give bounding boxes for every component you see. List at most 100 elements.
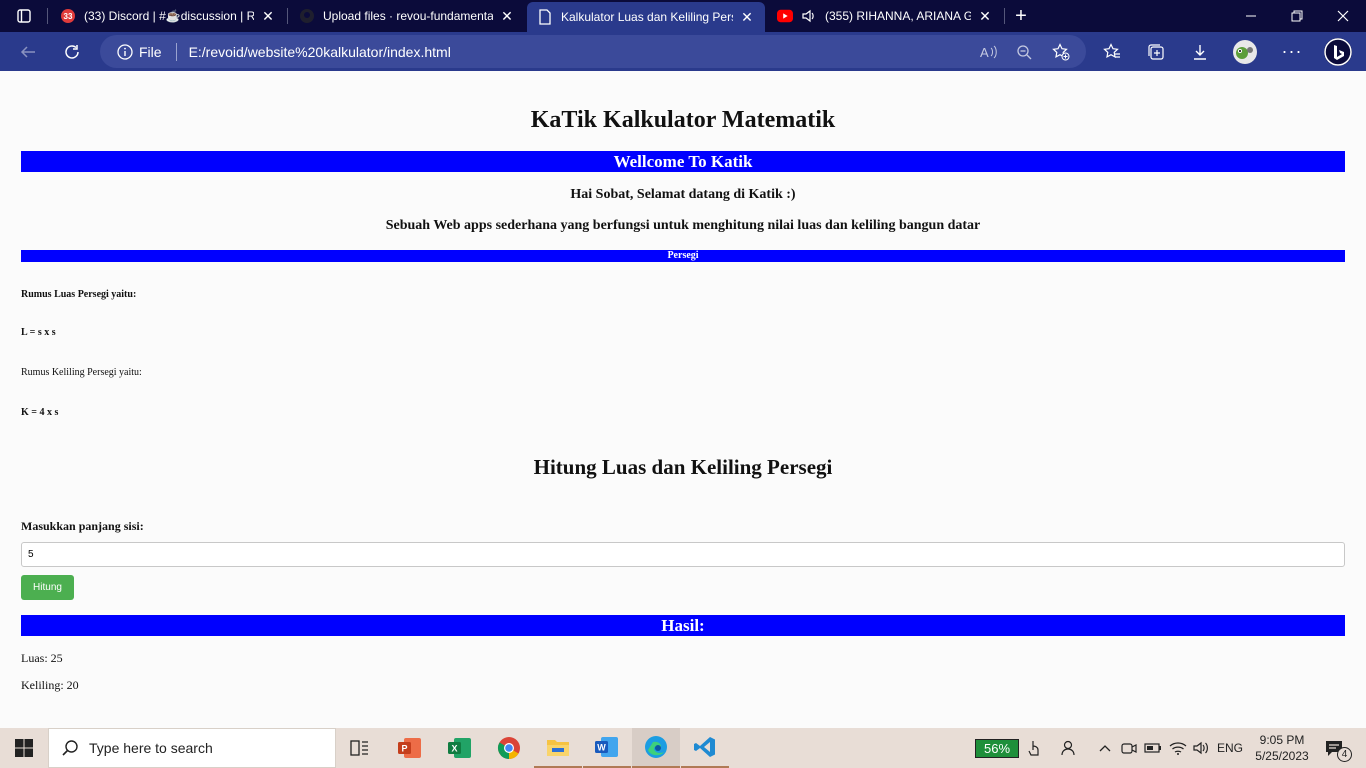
- refresh-button[interactable]: [54, 32, 90, 71]
- more-icon: ···: [1281, 41, 1303, 61]
- welcome-banner: Wellcome To Katik: [21, 151, 1345, 172]
- collections-button[interactable]: [1138, 32, 1174, 71]
- tab-separator: [287, 8, 288, 24]
- back-button[interactable]: [10, 32, 46, 71]
- input-language[interactable]: ENG: [1214, 728, 1246, 768]
- minimize-button[interactable]: [1228, 0, 1274, 32]
- battery-icon[interactable]: [1142, 728, 1164, 768]
- close-tab-icon[interactable]: ✕: [260, 8, 276, 25]
- info-icon[interactable]: [117, 43, 133, 60]
- collections-icon: [1148, 43, 1164, 60]
- task-view-button[interactable]: [336, 728, 384, 768]
- file-explorer-app[interactable]: [534, 728, 582, 768]
- close-tab-icon[interactable]: ✕: [499, 8, 515, 25]
- close-icon: [1337, 10, 1349, 22]
- rumus-keliling-label: Rumus Keliling Persegi yaitu:: [21, 367, 142, 378]
- refresh-icon: [65, 44, 79, 59]
- new-tab-button[interactable]: +: [1004, 0, 1038, 32]
- address-bar[interactable]: File E:/revoid/website%20kalkulator/inde…: [100, 35, 1086, 68]
- powerpoint-icon: P: [398, 738, 421, 758]
- edge-icon: [645, 736, 667, 758]
- tab-title: Kalkulator Luas dan Keliling Perse: [561, 10, 733, 24]
- volume-icon[interactable]: [1190, 728, 1212, 768]
- rumus-keliling-formula: K = 4 x s: [21, 407, 59, 418]
- back-arrow-icon: [20, 45, 35, 58]
- close-tab-icon[interactable]: ✕: [739, 9, 755, 26]
- clock-time: 9:05 PM: [1259, 733, 1305, 747]
- restore-icon: [1291, 10, 1303, 22]
- battery-percent: 56%: [974, 738, 1020, 758]
- tab-discord[interactable]: 33 (33) Discord | #☕discussion | Re ✕: [50, 0, 286, 32]
- discord-icon: 33: [60, 8, 76, 24]
- github-icon: [299, 8, 315, 24]
- vscode-app[interactable]: [681, 728, 729, 768]
- svg-text:A: A: [980, 45, 989, 60]
- excel-app[interactable]: X: [436, 728, 484, 768]
- tab-title: (355) RIHANNA, ARIANA GR: [825, 9, 971, 23]
- address-divider: [175, 42, 177, 61]
- minimize-icon: [1246, 15, 1256, 17]
- notification-icon: 4: [1324, 739, 1352, 762]
- profile-button[interactable]: [1227, 32, 1263, 71]
- svg-text:X: X: [451, 744, 457, 754]
- favorites-icon: [1103, 42, 1120, 58]
- restore-button[interactable]: [1274, 0, 1320, 32]
- tab-title: (33) Discord | #☕discussion | Re: [84, 9, 254, 23]
- notification-count: 4: [1337, 747, 1352, 762]
- battery-indicator[interactable]: 56%: [972, 728, 1022, 768]
- show-hidden-icons-chevron-icon[interactable]: [1096, 728, 1114, 768]
- windows-logo-icon: [15, 739, 33, 757]
- calculator-heading: Hitung Luas dan Keliling Persegi: [533, 455, 833, 479]
- add-favorite-icon[interactable]: [1052, 42, 1070, 61]
- tab-kalkulator[interactable]: Kalkulator Luas dan Keliling Perse ✕: [527, 2, 765, 32]
- side-length-input[interactable]: [21, 542, 1345, 567]
- vscode-icon: [694, 737, 715, 757]
- svg-text:W: W: [597, 743, 606, 753]
- close-window-button[interactable]: [1320, 0, 1366, 32]
- greeting-text: Hai Sobat, Selamat datang di Katik :): [570, 187, 796, 202]
- chrome-icon: [498, 737, 520, 759]
- powerpoint-app[interactable]: P: [386, 728, 434, 768]
- tab-youtube[interactable]: (355) RIHANNA, ARIANA GR ✕: [767, 0, 1003, 32]
- web-page: KaTik Kalkulator Matematik Wellcome To K…: [0, 71, 1366, 728]
- start-button[interactable]: [0, 728, 48, 768]
- clock-date: 5/25/2023: [1255, 749, 1309, 763]
- taskbar-search-box[interactable]: Type here to search: [48, 728, 336, 768]
- search-placeholder: Type here to search: [89, 740, 213, 756]
- tab-github-upload[interactable]: Upload files · revou-fundamental ✕: [289, 0, 525, 32]
- word-app[interactable]: W: [583, 728, 631, 768]
- meet-now-icon[interactable]: [1118, 728, 1140, 768]
- bing-button[interactable]: [1320, 32, 1356, 71]
- hitung-button[interactable]: Hitung: [21, 575, 74, 600]
- audio-playing-icon[interactable]: [801, 8, 817, 24]
- people-icon[interactable]: [1056, 728, 1082, 768]
- folder-icon: [547, 740, 569, 756]
- wifi-icon[interactable]: [1167, 728, 1189, 768]
- clock[interactable]: 9:05 PM 5/25/2023: [1250, 728, 1314, 768]
- windows-taskbar: Type here to search P X W 56% ENG 9:05 P…: [0, 728, 1366, 768]
- chrome-app[interactable]: [485, 728, 533, 768]
- result-heading: Hasil:: [21, 615, 1345, 636]
- tab-separator: [47, 8, 48, 24]
- task-view-icon: [350, 740, 368, 756]
- favorites-button[interactable]: [1094, 32, 1130, 71]
- side-length-label: Masukkan panjang sisi:: [21, 519, 144, 533]
- youtube-icon: [777, 8, 793, 24]
- site-scheme-label[interactable]: File: [139, 44, 162, 60]
- tab-title: Upload files · revou-fundamental: [323, 9, 493, 23]
- read-aloud-icon[interactable]: A: [980, 44, 998, 60]
- zoom-out-icon[interactable]: [1016, 44, 1032, 60]
- settings-more-button[interactable]: ···: [1274, 32, 1310, 71]
- svg-text:P: P: [401, 744, 407, 754]
- download-icon: [1194, 44, 1206, 60]
- description-text: Sebuah Web apps sederhana yang berfungsi…: [385, 218, 981, 233]
- tab-actions-button[interactable]: [6, 0, 42, 32]
- profile-avatar-icon: [1233, 39, 1257, 64]
- notifications-button[interactable]: 4: [1316, 728, 1352, 768]
- edge-app[interactable]: [632, 728, 680, 768]
- url-text[interactable]: E:/revoid/website%20kalkulator/index.htm…: [189, 44, 451, 60]
- touch-icon[interactable]: [1024, 728, 1044, 768]
- downloads-button[interactable]: [1182, 32, 1218, 71]
- search-icon: [61, 739, 79, 757]
- close-tab-icon[interactable]: ✕: [977, 8, 993, 25]
